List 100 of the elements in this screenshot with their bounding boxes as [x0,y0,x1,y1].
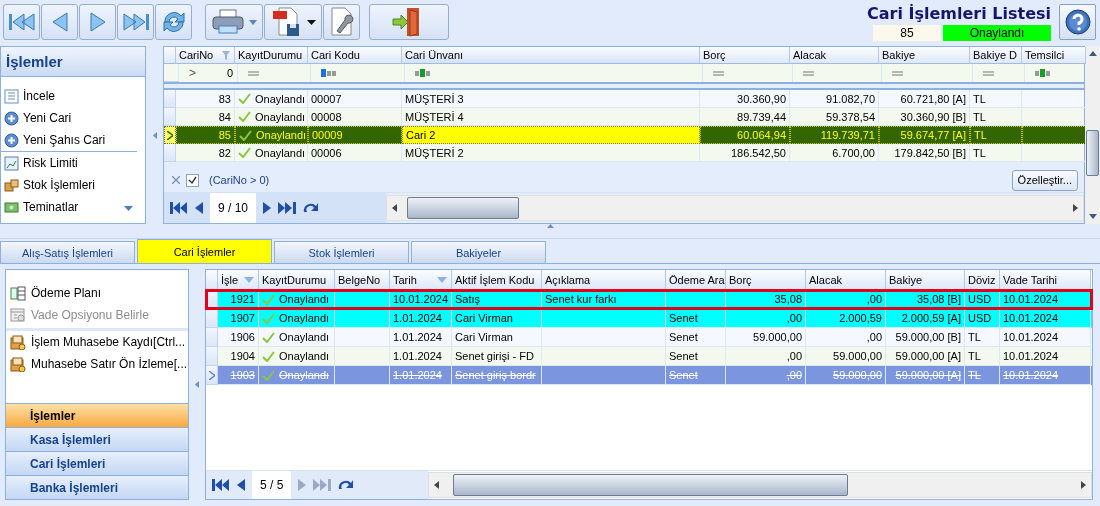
table-cell: 82 [176,144,235,162]
column-header[interactable]: Bakiye [879,47,970,64]
scroll-right-icon[interactable] [1081,481,1086,489]
last-page-icon[interactable] [278,202,297,214]
column-header[interactable]: KayıtDurumu [235,47,308,64]
table-row[interactable]: 82 Onaylandı 00006 MÜŞTERİ 2 186.542,50 6.700,00 179.842,50 [B] TL [164,144,1084,162]
column-header[interactable]: Döviz [965,270,1000,290]
table-row[interactable]: 84 Onaylandı 00008 MÜŞTERİ 4 89.739,44 59.378,54 30.360,90 [B] TL [164,108,1084,126]
side-menu-item[interactable]: Stok İşlemleri [1,174,145,196]
tab[interactable]: Alış-Satış İşlemleri [0,241,135,263]
text-filter-icon[interactable] [321,69,337,77]
first-page-icon[interactable] [212,479,230,491]
column-header[interactable]: Bakiye [886,270,965,290]
settings-button[interactable] [323,4,360,40]
table-cell: Onaylandı [235,144,308,162]
collapse-arrow-icon[interactable] [546,224,554,228]
horizontal-scrollbar[interactable] [428,472,1092,498]
customize-button[interactable]: Özelleştir... [1011,169,1078,191]
row-indicator[interactable] [164,126,176,144]
column-header[interactable]: Borç [726,270,806,290]
action-item[interactable]: Ödeme Planı [6,282,188,304]
collapse-arrow-icon[interactable] [195,381,199,388]
previous-page-icon[interactable] [195,202,203,214]
horizontal-scrollbar[interactable] [386,195,1084,221]
scrollbar-thumb[interactable] [453,474,848,496]
table-cell: 186.542,50 [700,144,790,162]
last-button[interactable] [117,4,154,40]
table-cell: 00009 [308,126,402,144]
table-row[interactable]: 1904 Onaylandı 1.01.2024 Senet girişi - FD Senet ,00 59.000,00 59.000,00 [A] TL 10.01.2024 [206,347,1092,366]
scrollbar-thumb[interactable] [407,197,519,219]
column-header[interactable]: CariNo [176,47,235,64]
column-header[interactable]: Ödeme Ara [666,270,726,290]
print-button[interactable] [205,4,263,40]
refresh-button[interactable] [155,4,192,40]
table-cell: 59.000,00 [A] [886,366,965,385]
scroll-left-icon[interactable] [434,481,439,489]
group-button[interactable]: Kasa İşlemleri [6,427,188,451]
exit-button[interactable] [369,4,449,40]
column-header[interactable]: KayıtDurumu [259,270,335,290]
scroll-left-icon[interactable] [392,204,397,212]
vertical-scrollbar[interactable] [1085,46,1100,224]
column-header[interactable]: Cari Kodu [308,47,402,64]
table-cell: TL [970,144,1022,162]
group-button[interactable]: Cari İşlemleri [6,451,188,475]
column-header[interactable]: Açıklama [542,270,666,290]
collapse-arrow-icon[interactable] [152,131,157,139]
side-menu-item[interactable]: Risk Limiti [1,151,137,174]
column-header[interactable]: Alacak [790,47,879,64]
text-filter-icon[interactable] [1035,69,1051,77]
side-menu-item[interactable]: Yeni Cari [1,107,145,129]
column-header[interactable]: Bakiye D [970,47,1022,64]
filter-expression[interactable]: (CariNo > 0) [209,174,270,186]
table-row[interactable]: 85 Onaylandı 00009 Cari 2 60.064,94 119.739,71 59.674,77 [A] TL [164,126,1084,144]
next-page-icon[interactable] [263,202,272,214]
side-menu-item[interactable]: İncele [1,85,145,107]
pdf-save-button[interactable] [264,4,322,40]
scroll-down-icon[interactable] [124,206,133,211]
sort-arrow-icon[interactable] [437,277,447,283]
scroll-up-icon[interactable] [1088,51,1097,56]
table-cell: 1903 [218,366,259,385]
next-button[interactable] [79,4,116,40]
table-row[interactable]: 83 Onaylandı 00007 MÜŞTERİ 3 30.360,90 91.082,70 60.721,80 [A] TL [164,90,1084,108]
tab[interactable]: Stok İşlemleri [274,241,409,263]
panel-header: İşlemler [1,47,145,77]
filter-icon[interactable] [222,51,230,60]
table-row[interactable]: 1906 Onaylandı 1.01.2024 Cari Virman Senet 59.000,00 ,00 59.000,00 [B] TL 10.01.2024 [206,328,1092,347]
close-icon[interactable] [172,176,180,184]
first-page-icon[interactable] [170,202,188,214]
menu-item-label: Yeni Şahıs Cari [23,133,106,147]
column-header[interactable]: Aktif İşlem Kodu [452,270,542,290]
column-header[interactable]: Temsilci [1022,47,1086,64]
side-menu-item[interactable]: Yeni Şahıs Cari [1,129,145,151]
tab[interactable]: Cari İşlemler [137,239,272,263]
tab[interactable]: Bakiyeler [411,241,546,263]
filter-operator[interactable]: > [189,66,196,80]
help-button[interactable] [1059,4,1096,40]
column-header[interactable]: Tarih [390,270,452,290]
scroll-right-icon[interactable] [1073,204,1078,212]
action-item[interactable]: Muhasebe Satır Ön İzleme[... [6,353,188,375]
filter-value[interactable]: 0 [226,67,233,79]
previous-button[interactable] [41,4,78,40]
scrollbar-thumb[interactable] [1086,130,1099,176]
column-header[interactable]: İşle [218,270,259,290]
column-header[interactable]: Cari Ünvanı [402,47,700,64]
side-menu-item[interactable]: Teminatlar [1,196,145,218]
action-item[interactable]: İşlem Muhasebe Kaydı[Ctrl... [6,328,188,353]
checkbox[interactable] [186,173,199,187]
first-button[interactable] [3,4,40,40]
scroll-down-icon[interactable] [1088,214,1097,219]
group-button[interactable]: Banka İşlemleri [6,475,188,499]
table-cell: ,00 [806,290,886,309]
column-header[interactable]: BelgeNo [335,270,390,290]
column-header[interactable]: Alacak [806,270,886,290]
previous-page-icon[interactable] [237,479,245,491]
text-filter-icon[interactable] [415,69,431,77]
sort-arrow-icon[interactable] [244,277,254,283]
group-button[interactable]: İşlemler [6,403,188,427]
column-header[interactable]: Borç [700,47,790,64]
table-row[interactable]: 1921 Onaylandı 10.01.2024 Satış Senet kur farkı 35,08 ,00 35,08 [B] USD 10.01.2024 [206,290,1092,309]
column-header[interactable]: Vade Tarihi [1000,270,1091,290]
